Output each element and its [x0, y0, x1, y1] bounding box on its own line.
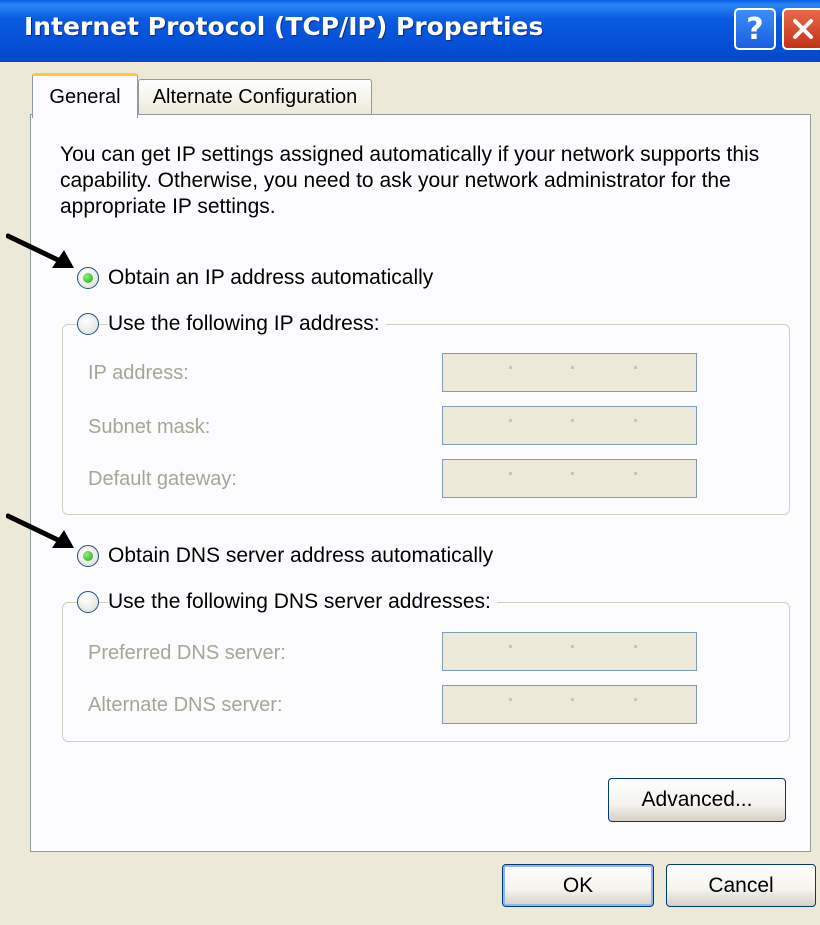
pointer-arrow-icon	[6, 233, 74, 268]
tab-alternate-configuration[interactable]: Alternate Configuration	[138, 79, 372, 115]
radio-selected-dot	[83, 551, 93, 561]
radio-obtain-ip-auto[interactable]: Obtain an IP address automatically	[77, 266, 440, 290]
ip-address-field	[442, 353, 697, 392]
radio-selected-dot	[83, 273, 93, 283]
window-title: Internet Protocol (TCP/IP) Properties	[24, 12, 544, 41]
default-gateway-field	[442, 459, 697, 498]
preferred-dns-label: Preferred DNS server:	[88, 642, 286, 664]
title-bar[interactable]: Internet Protocol (TCP/IP) Properties ?	[0, 0, 820, 62]
pointer-arrow-icon	[6, 513, 74, 548]
close-icon	[793, 19, 813, 39]
advanced-button[interactable]: Advanced...	[608, 778, 786, 822]
alternate-dns-field	[442, 685, 697, 724]
help-button[interactable]: ?	[734, 8, 776, 50]
tab-general[interactable]: General	[32, 73, 138, 118]
subnet-mask-field	[442, 406, 697, 445]
preferred-dns-field	[442, 632, 697, 671]
close-button[interactable]	[782, 8, 820, 50]
ok-button[interactable]: OK	[502, 864, 654, 907]
radio-button[interactable]	[77, 545, 99, 567]
alternate-dns-label: Alternate DNS server:	[88, 694, 283, 716]
help-icon: ?	[746, 11, 764, 47]
radio-label: Use the following DNS server addresses:	[108, 590, 497, 614]
radio-obtain-dns-auto[interactable]: Obtain DNS server address automatically	[77, 544, 500, 568]
ip-address-label: IP address:	[88, 362, 189, 384]
radio-label: Use the following IP address:	[108, 312, 386, 336]
radio-button[interactable]	[77, 591, 99, 613]
subnet-mask-label: Subnet mask:	[88, 416, 211, 438]
radio-label: Obtain an IP address automatically	[108, 266, 440, 290]
radio-use-following-dns[interactable]: Use the following DNS server addresses:	[77, 590, 497, 614]
radio-label: Obtain DNS server address automatically	[108, 544, 500, 568]
cancel-button[interactable]: Cancel	[666, 864, 816, 907]
radio-button[interactable]	[77, 313, 99, 335]
default-gateway-label: Default gateway:	[88, 468, 237, 490]
tcpip-properties-dialog: Internet Protocol (TCP/IP) Properties ? …	[0, 0, 820, 925]
intro-text: You can get IP settings assigned automat…	[60, 143, 760, 218]
radio-use-following-ip[interactable]: Use the following IP address:	[77, 312, 386, 336]
radio-button[interactable]	[77, 267, 99, 289]
